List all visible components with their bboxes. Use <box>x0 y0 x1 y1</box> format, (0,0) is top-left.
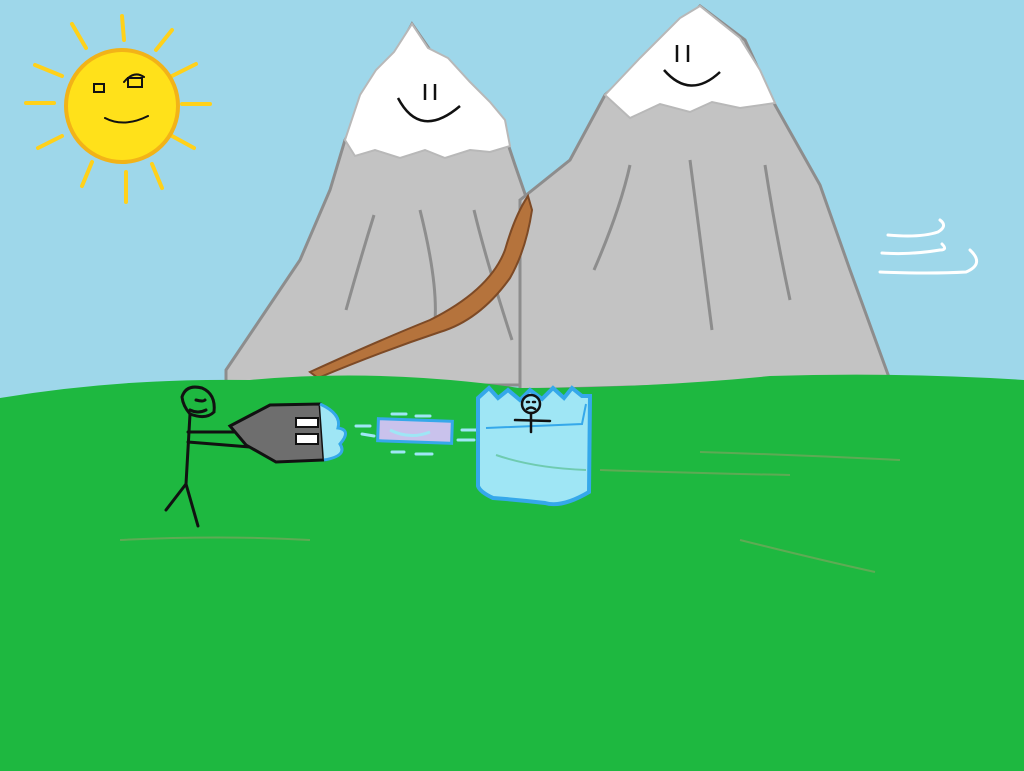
drawing-canvas <box>0 0 1024 771</box>
ice-block-icon <box>476 385 593 507</box>
